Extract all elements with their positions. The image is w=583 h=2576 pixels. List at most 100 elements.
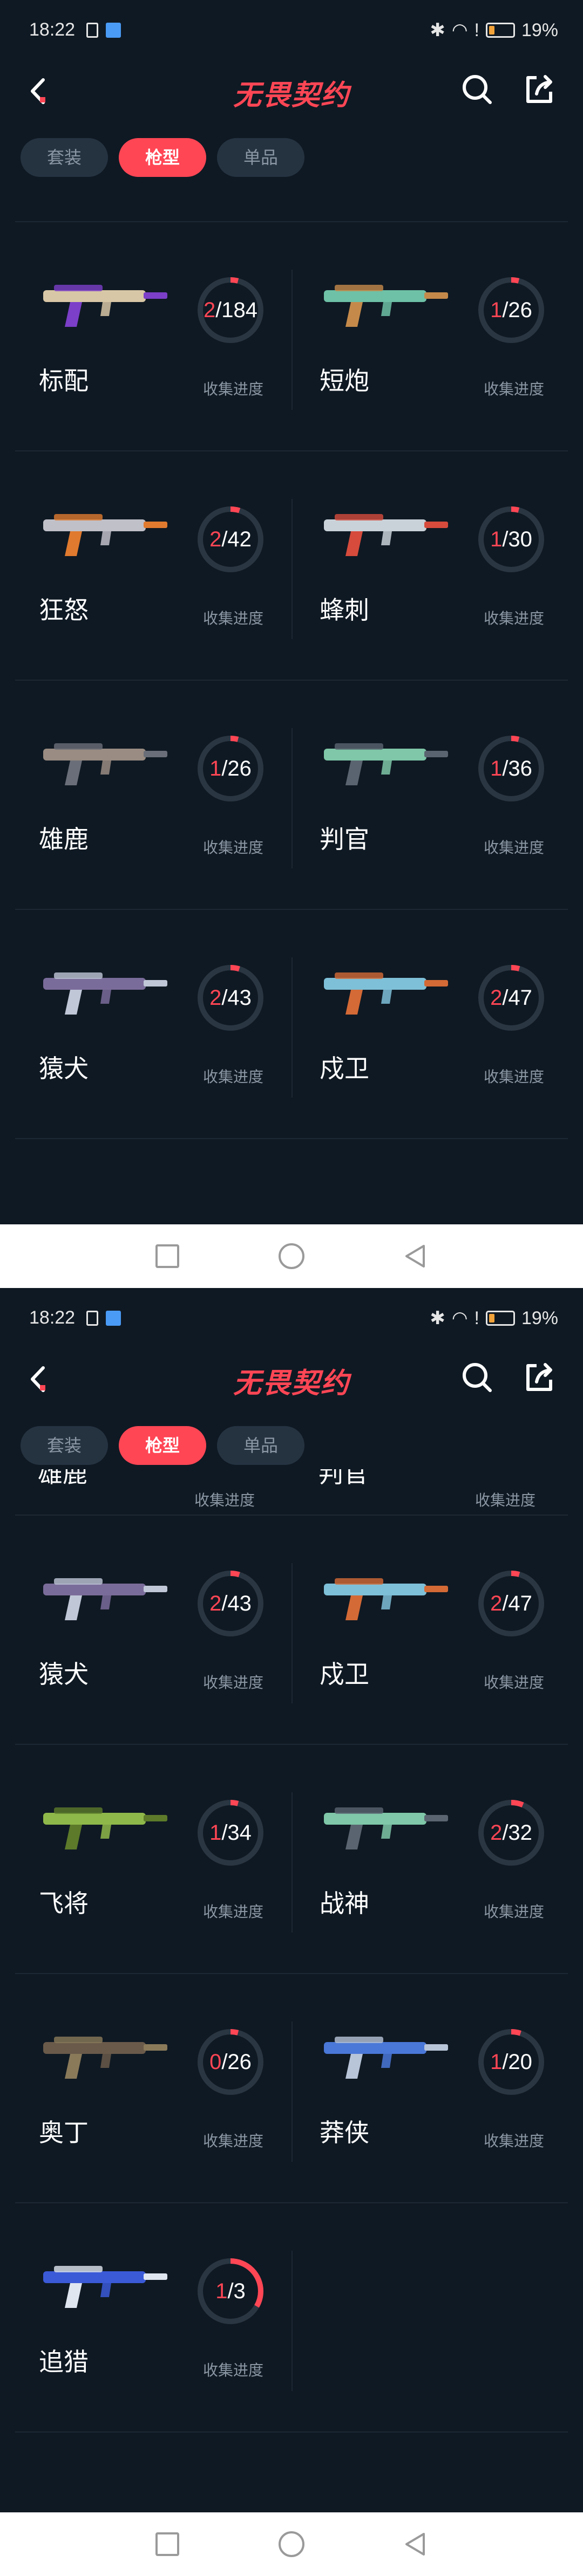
collection-progress-ring: 2/32 xyxy=(476,1798,546,1868)
row-divider xyxy=(15,2202,568,2203)
weapon-card[interactable]: 雄鹿 1/26 收集进度 xyxy=(22,685,292,914)
row-divider xyxy=(15,221,568,222)
progress-label: 收集进度 xyxy=(202,1674,263,1691)
tab-sets[interactable]: 套装 xyxy=(21,1426,108,1465)
column-divider xyxy=(292,1563,293,1703)
collection-progress-ring: 2/184 xyxy=(195,275,266,345)
weapon-card[interactable]: 标配 2/184 收集进度 xyxy=(22,227,292,455)
weapon-card[interactable]: 追猎 1/3 收集进度 xyxy=(22,2208,292,2436)
weapon-image xyxy=(318,264,453,334)
weapon-image xyxy=(38,264,173,334)
share-icon[interactable] xyxy=(520,1358,558,1396)
collection-progress-ring: 1/3 xyxy=(195,2256,266,2326)
sim-icon xyxy=(86,23,98,38)
weapon-card[interactable]: 飞将 1/34 收集进度 xyxy=(22,1749,292,1978)
collection-progress-ring: 1/20 xyxy=(476,2027,546,2097)
status-bar: 18:22 ✱ ◠ ! 19% xyxy=(0,0,583,63)
alert-icon: ! xyxy=(474,1307,479,1328)
progress-label: 收集进度 xyxy=(202,2132,263,2150)
share-icon[interactable] xyxy=(520,70,558,108)
collection-progress-ring: 2/42 xyxy=(195,504,266,574)
tab-single-items[interactable]: 单品 xyxy=(217,138,304,177)
battery-icon xyxy=(485,23,515,38)
back-button[interactable] xyxy=(402,2531,429,2558)
weapon-name: 莽侠 xyxy=(320,2118,369,2147)
recent-apps-button[interactable] xyxy=(154,1243,181,1270)
collection-progress-ring: 2/43 xyxy=(195,1568,266,1639)
progress-count: 1/30 xyxy=(490,527,532,551)
progress-label: 收集进度 xyxy=(194,1491,255,1509)
weapon-image xyxy=(318,1787,453,1857)
progress-label: 收集进度 xyxy=(202,2361,263,2379)
progress-label: 收集进度 xyxy=(202,609,263,627)
weapon-image xyxy=(38,723,173,793)
recent-apps-button[interactable] xyxy=(154,2531,181,2558)
tab-weapon-type[interactable]: 枪型 xyxy=(119,1426,206,1465)
app-header: 无畏契约 xyxy=(0,63,583,122)
weapon-name: 戍卫 xyxy=(320,1660,369,1689)
battery-percent: 19% xyxy=(521,19,558,40)
weapon-image xyxy=(38,952,173,1022)
status-time: 18:22 xyxy=(29,19,76,40)
screen-1: 18:22 ✱ ◠ ! 19% 无畏契约 套装 枪型 单品 标配 2/184 收集进… xyxy=(0,0,583,1224)
weapon-name: 判官 xyxy=(320,825,369,854)
weapon-name: 追猎 xyxy=(39,2347,89,2376)
weapon-name: 戍卫 xyxy=(320,1054,369,1083)
status-time: 18:22 xyxy=(29,1307,76,1328)
weapon-card[interactable]: 戍卫 2/47 收集进度 xyxy=(302,1520,572,1749)
weapon-image xyxy=(318,2016,453,2086)
progress-count: 0/26 xyxy=(209,2050,252,2074)
app-header: 无畏契约 xyxy=(0,1351,583,1410)
weapon-name-partial-left: 雄鹿 xyxy=(38,1469,87,1488)
weapon-name: 猿犬 xyxy=(39,1054,89,1083)
bluetooth-icon: ✱ xyxy=(430,20,445,40)
weapon-card[interactable]: 判官 1/36 收集进度 xyxy=(302,685,572,914)
weapon-image xyxy=(318,723,453,793)
battery-percent: 19% xyxy=(521,1307,558,1328)
collection-progress-ring: 1/36 xyxy=(476,734,546,804)
weapon-card[interactable]: 短炮 1/26 收集进度 xyxy=(302,227,572,455)
progress-label: 收集进度 xyxy=(202,380,263,398)
column-divider xyxy=(292,1792,293,1933)
back-button[interactable] xyxy=(402,1243,429,1270)
search-icon[interactable] xyxy=(458,70,496,108)
column-divider xyxy=(292,270,293,410)
progress-label: 收集进度 xyxy=(483,2132,544,2150)
column-divider xyxy=(292,499,293,639)
weapon-name: 奥丁 xyxy=(39,2118,89,2147)
weapon-card[interactable]: 奥丁 0/26 收集进度 xyxy=(22,1978,292,2207)
screen-2: 18:22 ✱ ◠ ! 19% 无畏契约 套装 枪型 单品 雄鹿 收集进度 判官… xyxy=(0,1288,583,2576)
weapon-card[interactable]: 狂怒 2/42 收集进度 xyxy=(22,456,292,684)
column-divider xyxy=(292,728,293,868)
progress-count: 1/36 xyxy=(490,757,532,780)
weapon-card[interactable]: 猿犬 2/43 收集进度 xyxy=(22,914,292,1143)
weapon-card[interactable]: 猿犬 2/43 收集进度 xyxy=(22,1520,292,1749)
weapon-name: 短炮 xyxy=(320,366,369,395)
collection-progress-ring: 1/26 xyxy=(195,734,266,804)
weapon-name: 狂怒 xyxy=(39,595,89,625)
tab-sets[interactable]: 套装 xyxy=(21,138,108,177)
wifi-icon: ◠ xyxy=(451,20,468,40)
app-title: 无畏契约 xyxy=(233,1367,350,1400)
progress-count: 2/42 xyxy=(209,527,252,551)
search-icon[interactable] xyxy=(458,1358,496,1396)
weapon-card[interactable]: 戍卫 2/47 收集进度 xyxy=(302,914,572,1143)
system-nav-bar xyxy=(0,1224,583,1288)
progress-count: 2/43 xyxy=(209,986,252,1010)
weapon-card[interactable]: 蜂刺 1/30 收集进度 xyxy=(302,456,572,684)
progress-count: 1/20 xyxy=(490,2050,532,2074)
home-button[interactable] xyxy=(278,1243,305,1270)
weapon-card[interactable]: 战神 2/32 收集进度 xyxy=(302,1749,572,1978)
collection-progress-ring: 1/30 xyxy=(476,504,546,574)
weapon-name: 雄鹿 xyxy=(39,825,89,854)
home-button[interactable] xyxy=(278,2531,305,2558)
sim-icon xyxy=(86,1311,98,1326)
progress-count: 1/3 xyxy=(215,2279,246,2303)
weapon-card[interactable]: 莽侠 1/20 收集进度 xyxy=(302,1978,572,2207)
column-divider xyxy=(292,957,293,1098)
progress-label: 收集进度 xyxy=(483,839,544,857)
tab-single-items[interactable]: 单品 xyxy=(217,1426,304,1465)
weapon-image xyxy=(38,494,173,564)
row-divider xyxy=(15,2431,568,2433)
tab-weapon-type[interactable]: 枪型 xyxy=(119,138,206,177)
